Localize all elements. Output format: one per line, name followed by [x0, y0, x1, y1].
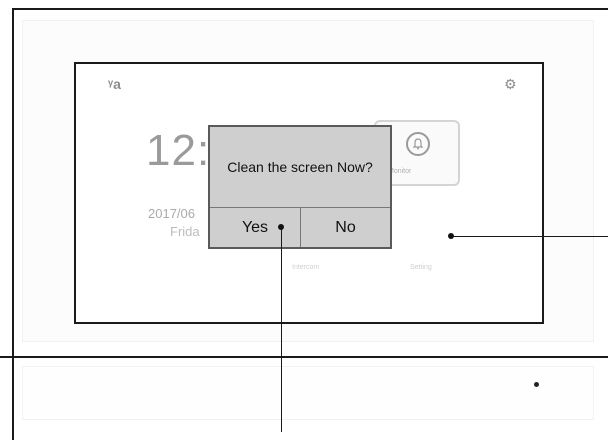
- weekday-display: Frida: [170, 224, 200, 239]
- wifi-signal-icon: ᵞa: [108, 76, 121, 92]
- device-divider: [0, 356, 608, 358]
- dialog-message: Clean the screen Now?: [210, 127, 390, 208]
- callout-dot-yes: [278, 224, 284, 230]
- yes-button[interactable]: Yes: [210, 208, 301, 247]
- date-display: 2017/06: [148, 206, 195, 221]
- settings-gear-icon[interactable]: ⚙: [504, 76, 517, 93]
- no-button[interactable]: No: [301, 208, 390, 247]
- bell-icon: [406, 132, 430, 156]
- bottom-panel: [22, 366, 594, 420]
- setting-label: Setting: [410, 264, 432, 271]
- indicator-dot: [534, 382, 539, 387]
- clean-screen-dialog: Clean the screen Now? Yes No: [208, 125, 392, 249]
- callout-dot-screen: [448, 233, 454, 239]
- callout-line-horizontal: [452, 236, 608, 237]
- callout-line-vertical: [281, 227, 282, 432]
- intercom-label: Intercom: [292, 264, 320, 271]
